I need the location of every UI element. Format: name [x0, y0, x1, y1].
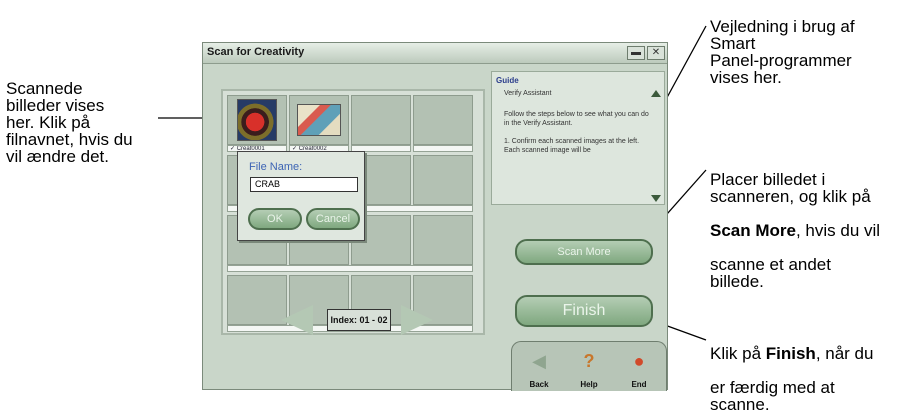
- cancel-button[interactable]: Cancel: [306, 208, 360, 230]
- next-page-arrow-icon[interactable]: [401, 305, 433, 335]
- guide-body-text: Follow the steps below to see what you c…: [504, 111, 649, 154]
- filename-row-divider: [227, 265, 473, 272]
- filename-dialog: File Name: CRAB OK Cancel: [237, 151, 365, 241]
- grid-cell[interactable]: [351, 95, 411, 145]
- grid-cell[interactable]: [413, 215, 473, 265]
- help-question-icon[interactable]: ?: [574, 350, 604, 372]
- guide-heading: Verify Assistant: [504, 90, 552, 97]
- bottom-icon-bar: ◀ ? ● Back Help End: [511, 341, 667, 391]
- scroll-down-arrow-icon: [651, 195, 661, 202]
- scan-for-creativity-window: Scan for Creativity ▬ ✕ ✓ Creat0001 ✓ Cr…: [202, 42, 668, 391]
- help-label[interactable]: Help: [574, 380, 604, 389]
- ok-button[interactable]: OK: [248, 208, 302, 230]
- thumbnail-art-image[interactable]: [297, 104, 341, 136]
- grid-cell[interactable]: [413, 95, 473, 145]
- previous-page-arrow-icon[interactable]: [281, 305, 313, 335]
- guide-title: Guide: [496, 76, 519, 85]
- back-label[interactable]: Back: [524, 380, 554, 389]
- minimize-button[interactable]: ▬: [627, 46, 645, 60]
- window-titlebar[interactable]: Scan for Creativity ▬ ✕: [203, 43, 667, 64]
- scroll-up-arrow-icon: [651, 90, 661, 97]
- grid-cell[interactable]: [413, 155, 473, 205]
- close-button[interactable]: ✕: [647, 46, 665, 60]
- grid-cell[interactable]: [227, 95, 287, 145]
- grid-cell[interactable]: [289, 95, 349, 145]
- checkbox-icon[interactable]: ✓: [230, 146, 235, 151]
- end-ball-icon[interactable]: ●: [624, 350, 654, 372]
- back-arrow-icon[interactable]: ◀: [524, 350, 554, 372]
- finish-button[interactable]: Finish: [515, 295, 653, 327]
- index-indicator: Index: 01 - 02: [327, 309, 391, 331]
- scan-more-button[interactable]: Scan More: [515, 239, 653, 265]
- guide-panel: Guide Verify Assistant Follow the steps …: [491, 71, 665, 205]
- guide-scrollbar[interactable]: [650, 88, 662, 204]
- grid-cell[interactable]: [227, 275, 287, 325]
- thumbnail-crab-image[interactable]: [237, 99, 277, 141]
- end-label[interactable]: End: [624, 380, 654, 389]
- filename-label-empty: [413, 145, 473, 152]
- filename-label: File Name:: [249, 161, 303, 173]
- filename-input[interactable]: CRAB: [250, 177, 358, 192]
- window-title: Scan for Creativity: [207, 46, 305, 58]
